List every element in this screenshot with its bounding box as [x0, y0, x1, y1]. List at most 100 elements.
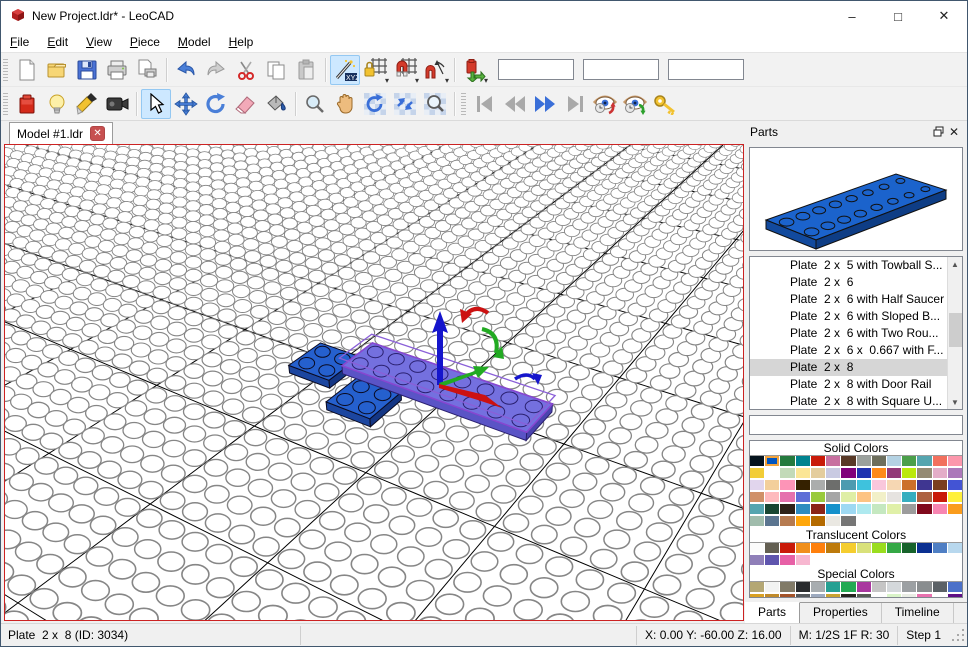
- scroll-up-icon[interactable]: ▲: [948, 257, 962, 271]
- snap-grid-button[interactable]: ▾: [360, 55, 390, 85]
- insert-piece-button[interactable]: [12, 89, 42, 119]
- color-swatch[interactable]: [765, 582, 779, 592]
- color-swatch[interactable]: [841, 594, 855, 598]
- scroll-down-icon[interactable]: ▼: [948, 395, 962, 409]
- color-swatch[interactable]: [826, 582, 840, 592]
- rotate-view-button[interactable]: [360, 89, 390, 119]
- toolbar-grip[interactable]: [3, 93, 8, 115]
- copy-button[interactable]: [261, 55, 291, 85]
- color-swatch[interactable]: [841, 516, 855, 526]
- color-swatch[interactable]: [933, 468, 947, 478]
- color-swatch[interactable]: [826, 516, 840, 526]
- color-swatch[interactable]: [887, 582, 901, 592]
- color-swatch[interactable]: [796, 594, 810, 598]
- color-swatch[interactable]: [948, 480, 962, 490]
- save-file-button[interactable]: [72, 55, 102, 85]
- color-swatch[interactable]: [948, 543, 962, 553]
- color-swatch[interactable]: [917, 594, 931, 598]
- color-swatch[interactable]: [796, 582, 810, 592]
- color-swatch[interactable]: [948, 594, 962, 598]
- rotate-tool-button[interactable]: [201, 89, 231, 119]
- last-step-button[interactable]: [560, 89, 590, 119]
- color-swatch[interactable]: [826, 468, 840, 478]
- resize-grip[interactable]: [951, 628, 965, 642]
- cut-button[interactable]: [231, 55, 261, 85]
- color-swatch[interactable]: [887, 480, 901, 490]
- toolbar-grip[interactable]: [3, 59, 8, 81]
- open-file-button[interactable]: [42, 55, 72, 85]
- color-swatch[interactable]: [841, 504, 855, 514]
- print-preview-button[interactable]: [132, 55, 162, 85]
- color-swatch[interactable]: [796, 555, 810, 565]
- color-swatch[interactable]: [750, 582, 764, 592]
- transform-button[interactable]: ▾: [459, 55, 489, 85]
- menu-model[interactable]: Model: [169, 32, 220, 52]
- color-swatch[interactable]: [826, 543, 840, 553]
- roll-tool-button[interactable]: [390, 89, 420, 119]
- color-swatch[interactable]: [902, 492, 916, 502]
- snap-angle-button[interactable]: ▾: [420, 55, 450, 85]
- color-swatch[interactable]: [780, 582, 794, 592]
- minimize-button[interactable]: –: [829, 1, 875, 31]
- color-swatch[interactable]: [948, 582, 962, 592]
- zoom-region-button[interactable]: [420, 89, 450, 119]
- color-swatch[interactable]: [857, 504, 871, 514]
- color-swatch[interactable]: [933, 594, 947, 598]
- spotlight-button[interactable]: [72, 89, 102, 119]
- show-earlier-button[interactable]: [590, 89, 620, 119]
- part-list-item[interactable]: Plate 2 x 8: [750, 359, 947, 376]
- color-swatch[interactable]: [872, 468, 886, 478]
- color-swatch[interactable]: [933, 456, 947, 466]
- color-swatch[interactable]: [826, 456, 840, 466]
- menu-piece[interactable]: Piece: [121, 32, 169, 52]
- light-button[interactable]: [42, 89, 72, 119]
- part-list-item[interactable]: Plate 2 x 6 x 0.667 with F...: [750, 342, 947, 359]
- color-swatch[interactable]: [887, 594, 901, 598]
- next-step-button[interactable]: [530, 89, 560, 119]
- color-swatch[interactable]: [796, 480, 810, 490]
- color-swatch[interactable]: [872, 543, 886, 553]
- select-tool-button[interactable]: [141, 89, 171, 119]
- color-swatch[interactable]: [811, 594, 825, 598]
- color-swatch[interactable]: [902, 504, 916, 514]
- color-swatch[interactable]: [826, 492, 840, 502]
- parts-list-scrollbar[interactable]: ▲ ▼: [947, 257, 962, 409]
- color-swatch[interactable]: [780, 456, 794, 466]
- color-swatch[interactable]: [857, 468, 871, 478]
- color-swatch[interactable]: [811, 516, 825, 526]
- color-swatch[interactable]: [887, 468, 901, 478]
- color-swatch[interactable]: [811, 468, 825, 478]
- color-swatch[interactable]: [841, 468, 855, 478]
- color-swatch[interactable]: [857, 594, 871, 598]
- color-swatch[interactable]: [841, 492, 855, 502]
- color-swatch[interactable]: [902, 468, 916, 478]
- part-list-item[interactable]: Plate 2 x 8 with Door Rail: [750, 376, 947, 393]
- show-later-button[interactable]: [620, 89, 650, 119]
- color-swatch[interactable]: [917, 468, 931, 478]
- part-list-item[interactable]: Plate 2 x 8 with Square U...: [750, 393, 947, 410]
- color-swatch[interactable]: [917, 543, 931, 553]
- part-list-item[interactable]: Plate 2 x 6 with Two Rou...: [750, 325, 947, 342]
- part-list-item[interactable]: Plate 2 x 6 with Sloped B...: [750, 308, 947, 325]
- color-swatch[interactable]: [780, 516, 794, 526]
- relative-transform-button[interactable]: XYZ: [330, 55, 360, 85]
- color-swatch[interactable]: [917, 582, 931, 592]
- transform-x-input[interactable]: [498, 59, 574, 80]
- color-swatch[interactable]: [765, 492, 779, 502]
- first-step-button[interactable]: [470, 89, 500, 119]
- color-swatch[interactable]: [917, 492, 931, 502]
- tab-close-icon[interactable]: ✕: [90, 126, 105, 141]
- color-swatch[interactable]: [811, 543, 825, 553]
- color-swatch[interactable]: [948, 468, 962, 478]
- color-swatch[interactable]: [750, 516, 764, 526]
- color-swatch[interactable]: [780, 594, 794, 598]
- lock-button[interactable]: [650, 89, 680, 119]
- color-swatch[interactable]: [902, 543, 916, 553]
- color-swatch[interactable]: [750, 468, 764, 478]
- color-swatch[interactable]: [750, 555, 764, 565]
- color-swatch[interactable]: [917, 456, 931, 466]
- color-swatch[interactable]: [948, 492, 962, 502]
- color-swatch[interactable]: [887, 543, 901, 553]
- color-swatch[interactable]: [841, 480, 855, 490]
- color-swatch[interactable]: [826, 480, 840, 490]
